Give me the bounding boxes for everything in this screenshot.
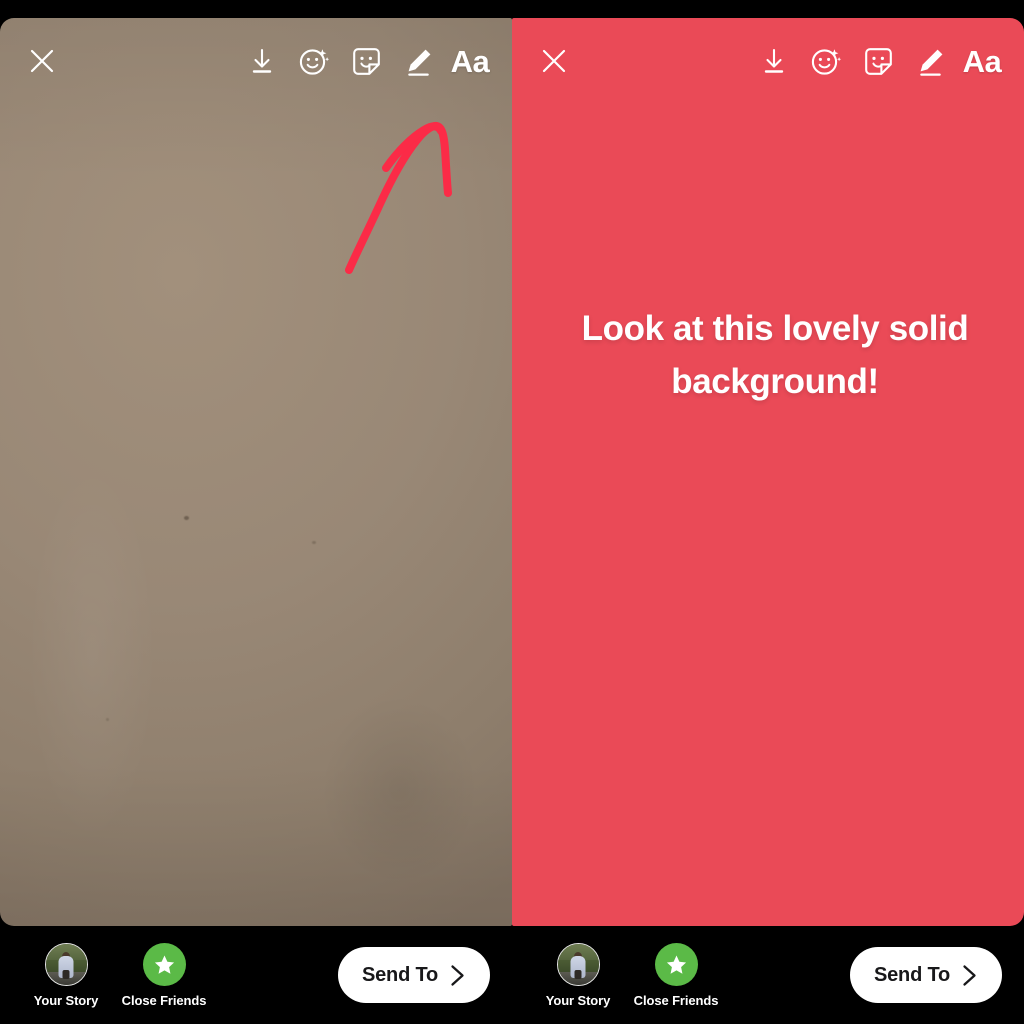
story-panel-left: Aa Your Story Close Friends Send To bbox=[0, 0, 512, 1024]
send-to-label: Send To bbox=[873, 963, 950, 986]
send-to-button[interactable]: Send To bbox=[849, 947, 1002, 1003]
destination-close-friends[interactable]: Close Friends bbox=[633, 942, 719, 1008]
bottom-bar-right: Your Story Close Friends Send To bbox=[512, 926, 1024, 1024]
editor-toolbar-right: Aa bbox=[512, 18, 1024, 104]
chevron-right-icon bbox=[451, 964, 464, 986]
story-panel-right: Look at this lovely solid background! Aa… bbox=[512, 0, 1024, 1024]
bottom-bar-left: Your Story Close Friends Send To bbox=[0, 926, 512, 1024]
effects-icon[interactable] bbox=[288, 35, 340, 87]
destination-your-story[interactable]: Your Story bbox=[24, 942, 108, 1008]
green-star-badge-icon bbox=[654, 942, 698, 986]
photo-speck bbox=[106, 718, 109, 721]
sticker-icon[interactable] bbox=[852, 35, 904, 87]
save-icon[interactable] bbox=[236, 35, 288, 87]
save-icon[interactable] bbox=[748, 35, 800, 87]
sticker-icon[interactable] bbox=[340, 35, 392, 87]
avatar bbox=[556, 942, 600, 986]
editor-toolbar-left: Aa bbox=[0, 18, 512, 104]
text-icon[interactable]: Aa bbox=[444, 35, 496, 87]
text-icon[interactable]: Aa bbox=[956, 35, 1008, 87]
destination-label: Your Story bbox=[545, 992, 611, 1008]
destination-label: Close Friends bbox=[121, 992, 207, 1008]
chevron-right-icon bbox=[963, 964, 976, 986]
draw-icon[interactable] bbox=[392, 35, 444, 87]
story-text-overlay[interactable]: Look at this lovely solid background! bbox=[552, 302, 998, 408]
story-canvas-left[interactable]: Aa bbox=[0, 18, 512, 926]
green-star-badge-icon bbox=[142, 942, 186, 986]
destination-your-story[interactable]: Your Story bbox=[536, 942, 620, 1008]
effects-icon[interactable] bbox=[800, 35, 852, 87]
photo-speck bbox=[184, 516, 189, 520]
solid-background bbox=[512, 18, 1024, 926]
story-editor-screen: Aa Your Story Close Friends Send To Look… bbox=[0, 0, 1024, 1024]
photo-background bbox=[0, 18, 512, 926]
avatar bbox=[44, 942, 88, 986]
draw-icon[interactable] bbox=[904, 35, 956, 87]
send-to-button[interactable]: Send To bbox=[337, 947, 490, 1003]
destination-close-friends[interactable]: Close Friends bbox=[121, 942, 207, 1008]
story-canvas-right[interactable]: Look at this lovely solid background! Aa bbox=[512, 18, 1024, 926]
close-icon[interactable] bbox=[530, 37, 578, 85]
destination-label: Close Friends bbox=[633, 992, 719, 1008]
destination-label: Your Story bbox=[33, 992, 99, 1008]
close-icon[interactable] bbox=[18, 37, 66, 85]
send-to-label: Send To bbox=[361, 963, 438, 986]
photo-speck bbox=[312, 541, 316, 544]
